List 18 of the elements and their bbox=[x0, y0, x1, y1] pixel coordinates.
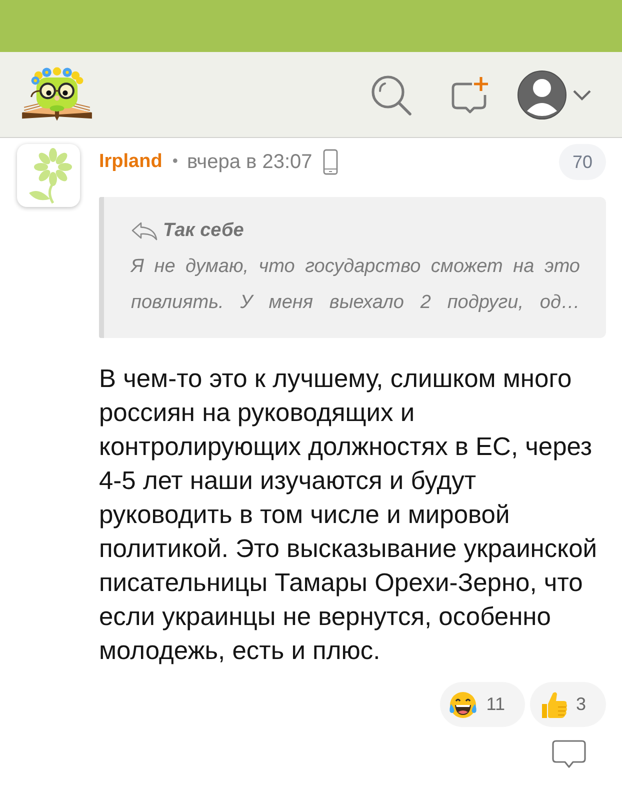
mobile-phone-icon bbox=[323, 149, 338, 175]
meta-separator: • bbox=[172, 153, 178, 171]
user-avatar-icon[interactable] bbox=[516, 68, 568, 120]
comment-text: В чем-то это к лучшему, слишком много россиян на руководящих и контролирующих должностях в ЕС, через 4-5 лет наши изучаются и будут руководить в том числе и мировой политикой. Это высказывание украинской писательницы Тамары Орехи-Зерно, что если украинцы не вернутся, особенно молодежь, есть и плюс. bbox=[99, 364, 598, 667]
laughing-tears-emoji-icon bbox=[448, 690, 478, 720]
add-comment-icon[interactable] bbox=[450, 74, 490, 114]
comment-time: вчера в 23:07 bbox=[186, 150, 312, 174]
quote-text: Я не думаю, что государство сможет на это повлиять. У меня выехало 2 подруги, од… bbox=[131, 255, 580, 315]
flower-avatar-icon bbox=[17, 144, 80, 207]
username-link[interactable]: Irpland bbox=[99, 151, 162, 173]
speech-bubble-icon[interactable] bbox=[552, 739, 586, 771]
reaction-button[interactable]: 3 bbox=[530, 682, 606, 727]
chevron-down-icon[interactable] bbox=[572, 88, 592, 100]
rating-badge: 70 bbox=[559, 144, 606, 180]
quote-author: Так себе bbox=[163, 220, 244, 242]
reply-arrow-icon bbox=[131, 221, 158, 241]
reaction-button[interactable]: 11 bbox=[440, 682, 525, 727]
search-icon[interactable] bbox=[370, 74, 412, 116]
